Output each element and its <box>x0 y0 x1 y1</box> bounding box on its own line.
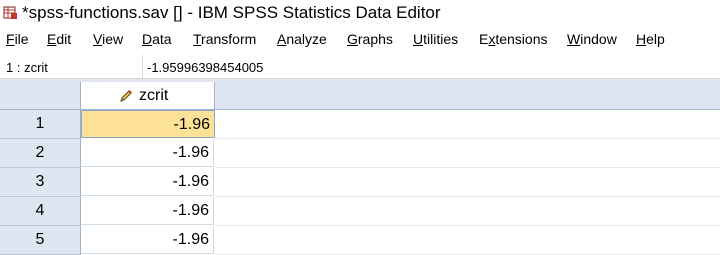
menu-graphs[interactable]: Graphs <box>347 31 393 47</box>
data-grid: zcrit 1 -1.96 2 -1.96 3 -1.96 4 -1.96 5 … <box>0 82 720 255</box>
table-row: 1 -1.96 <box>0 110 720 139</box>
row-header[interactable]: 3 <box>0 168 81 197</box>
table-row: 2 -1.96 <box>0 139 720 168</box>
data-cell[interactable]: -1.96 <box>81 197 214 225</box>
data-cell[interactable]: -1.96 <box>81 168 214 196</box>
column-header-zcrit[interactable]: zcrit <box>81 82 215 110</box>
grid-corner[interactable] <box>0 82 81 110</box>
menu-data[interactable]: Data <box>142 31 172 47</box>
empty-cells[interactable] <box>215 226 720 255</box>
cell-reference-box: 1 : zcrit <box>0 55 143 79</box>
row-header[interactable]: 4 <box>0 197 81 226</box>
empty-cells[interactable] <box>215 110 720 139</box>
row-header[interactable]: 5 <box>0 226 81 255</box>
table-row: 3 -1.96 <box>0 168 720 197</box>
menu-edit[interactable]: Edit <box>47 31 71 47</box>
empty-cells[interactable] <box>215 139 720 168</box>
title-bar: *spss-functions.sav [] - IBM SPSS Statis… <box>0 0 720 28</box>
menu-window[interactable]: Window <box>567 31 617 47</box>
row-header[interactable]: 1 <box>0 110 81 139</box>
column-header-empty <box>215 82 720 110</box>
spss-app-icon[interactable] <box>3 5 18 20</box>
menu-transform[interactable]: Transform <box>193 31 256 47</box>
menu-extensions[interactable]: Extensions <box>479 31 548 47</box>
pencil-icon <box>120 90 132 102</box>
row-header[interactable]: 2 <box>0 139 81 168</box>
data-cell[interactable]: -1.96 <box>81 226 214 254</box>
menu-help[interactable]: Help <box>636 31 665 47</box>
menu-analyze[interactable]: Analyze <box>277 31 327 47</box>
cell-value-editor[interactable]: -1.95996398454005 <box>143 55 720 79</box>
empty-cells[interactable] <box>215 168 720 197</box>
table-row: 4 -1.96 <box>0 197 720 226</box>
data-cell-selected[interactable]: -1.96 <box>81 110 215 138</box>
menu-utilities[interactable]: Utilities <box>413 31 458 47</box>
menu-bar: File Edit View Data Transform Analyze Gr… <box>0 28 720 50</box>
empty-cells[interactable] <box>215 197 720 226</box>
menu-view[interactable]: View <box>93 31 123 47</box>
cell-reference-label: 1 : zcrit <box>6 60 48 75</box>
menu-file[interactable]: File <box>6 31 29 47</box>
data-cell[interactable]: -1.96 <box>81 139 214 167</box>
column-name: zcrit <box>139 87 169 104</box>
window-title: *spss-functions.sav [] - IBM SPSS Statis… <box>22 3 441 22</box>
cell-value-text: -1.95996398454005 <box>147 60 264 75</box>
table-row: 5 -1.96 <box>0 226 720 255</box>
